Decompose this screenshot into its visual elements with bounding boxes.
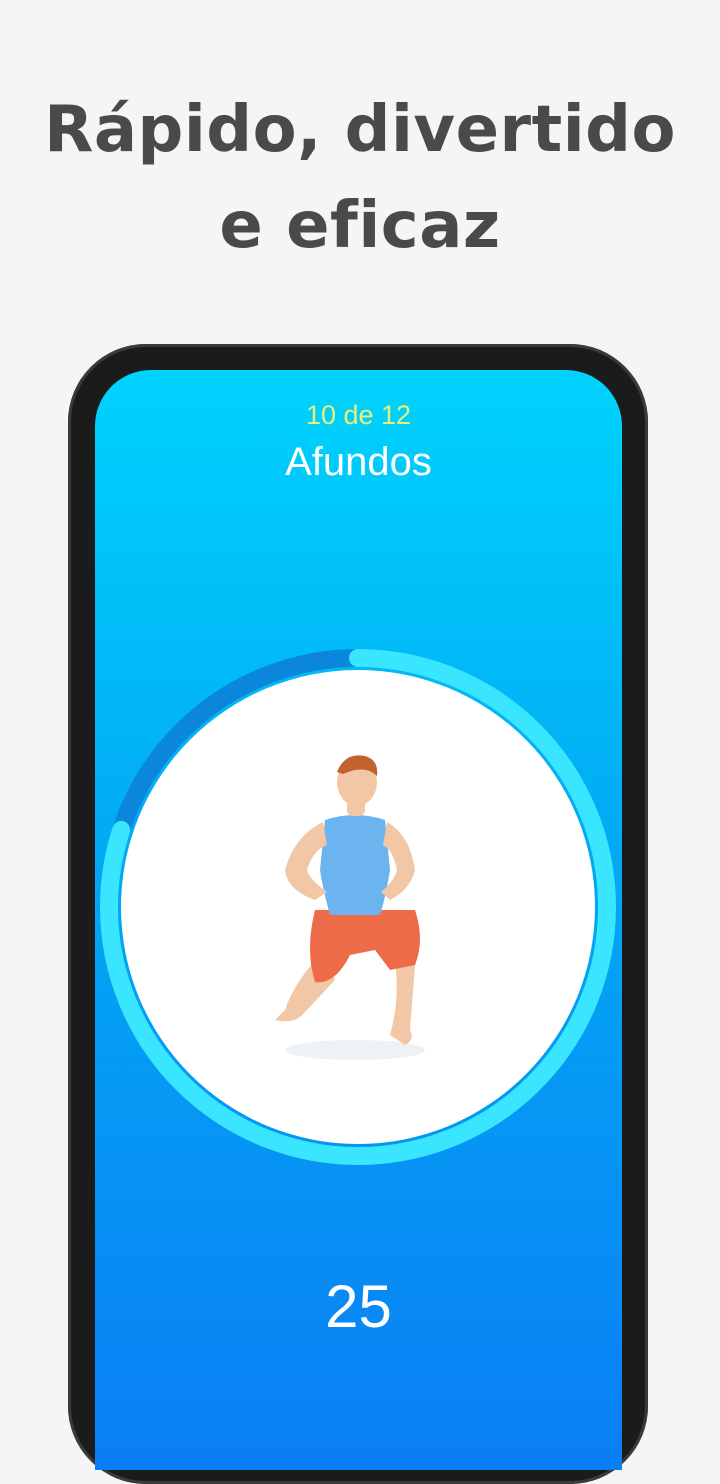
headline-line-2: e eficaz: [219, 189, 501, 263]
reps-count: 25: [325, 1273, 392, 1340]
headline-line-1: Rápido, divertido: [44, 93, 676, 167]
headline: Rápido, divertido e eficaz: [0, 82, 720, 274]
phone-screen: 10 de 12 Afundos 25: [95, 370, 622, 1470]
lunge-exercise-figure-icon: [275, 755, 425, 1060]
